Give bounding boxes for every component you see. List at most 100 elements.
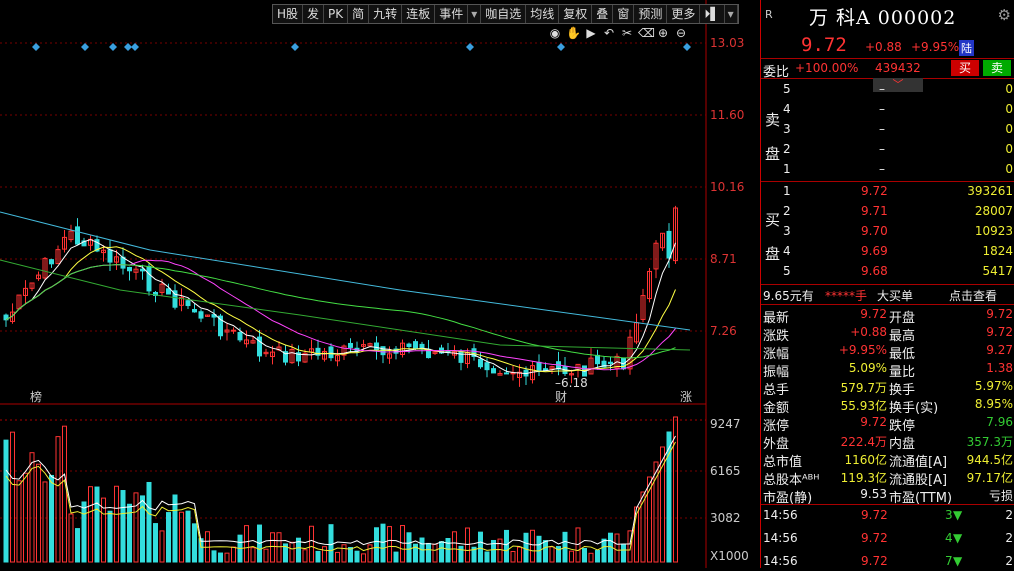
candle — [192, 308, 197, 313]
asks-row[interactable]: 3 – 0 — [761, 121, 1014, 139]
volume-bar — [335, 551, 340, 563]
big-order-label: 大买单 — [877, 289, 914, 303]
vol-ma5-line — [5, 435, 676, 546]
volume-bar — [75, 528, 80, 563]
candle — [107, 249, 113, 263]
volume-bar — [543, 540, 548, 563]
bids-row[interactable]: 1 9.72 393261 — [761, 183, 1014, 201]
ma60-line — [5, 264, 676, 359]
kline-chart-area[interactable]: H股发 PK 简九转 连板 事件 ▾ 咖自选 均线 复权叠窗预测 更多 ⏵▌ ▾ ◉ ✋ ▶ ↶ ✂ ⌫ ⊕ ⊖ 1… — [0, 0, 762, 568]
candle — [374, 342, 379, 351]
stat-value: 9.72 — [986, 325, 1013, 339]
hand-icon[interactable]: ✋ — [566, 26, 581, 40]
bids-level: 4 — [783, 244, 791, 258]
asks-row[interactable]: 2 – 0 — [761, 141, 1014, 159]
toolbar-item[interactable]: 事件 — [435, 5, 469, 23]
volume-bar — [523, 532, 529, 563]
tick-volume: 4 — [945, 531, 953, 545]
asks-row[interactable]: 5 – 0 — [761, 81, 1014, 99]
toolbar-item[interactable]: 预测 — [634, 5, 668, 23]
bids-volume: 10923 — [974, 224, 1013, 238]
bids-price: 9.70 — [861, 224, 888, 238]
candle — [198, 311, 204, 319]
stat-row: 最新 9.72 开盘 9.72 — [761, 306, 1014, 326]
toolbar-item[interactable]: ▾ — [468, 5, 482, 23]
toolbar-item[interactable]: 发 — [303, 5, 325, 23]
undo-icon[interactable]: ↶ — [602, 26, 616, 40]
volume-bar — [36, 463, 41, 563]
clear-icon[interactable]: ⌫ — [638, 26, 655, 40]
volume-bar — [218, 552, 223, 563]
candle — [127, 266, 132, 272]
kline-chart-svg[interactable] — [0, 0, 762, 568]
stat-value: 7.96 — [986, 415, 1013, 429]
candle — [348, 342, 353, 348]
volume-bar — [289, 541, 295, 563]
toolbar-item[interactable]: 窗 — [613, 5, 635, 23]
toolbar-item[interactable]: PK — [324, 5, 349, 23]
bids-row[interactable]: 3 9.70 10923 — [761, 223, 1014, 241]
volume-unit-label: X1000 — [710, 549, 749, 563]
r-badge: R — [765, 8, 773, 21]
zoom-in-icon[interactable]: ⊕ — [656, 26, 670, 40]
bids-row[interactable]: 4 9.69 1824 — [761, 243, 1014, 261]
bids-row[interactable]: 2 9.71 28007 — [761, 203, 1014, 221]
toolbar-item[interactable]: 叠 — [592, 5, 614, 23]
quote-panel: R 万 科A 000002 ⚙ 9.72 +0.88 +9.95% 陆 委比 +… — [760, 0, 1014, 568]
big-order-price: 9.65元有 — [763, 289, 814, 303]
toolbar-item[interactable]: 复权 — [559, 5, 593, 23]
volume-bar — [406, 532, 412, 563]
big-order-row[interactable]: 9.65元有 *****手 大买单 点击查看 — [761, 286, 1014, 304]
asks-row[interactable]: 1 – 0 — [761, 161, 1014, 179]
toolbar-item[interactable]: ▾ — [725, 5, 738, 23]
asks-level: 2 — [783, 142, 791, 156]
volume-bar — [458, 545, 464, 563]
candle — [146, 265, 152, 292]
toolbar-item[interactable]: 均线 — [526, 5, 560, 23]
cai-marker[interactable]: 财 — [555, 388, 567, 405]
volume-bar — [601, 538, 607, 563]
candle — [75, 226, 80, 245]
toolbar-item[interactable]: 咖自选 — [481, 5, 527, 23]
volume-bar — [198, 538, 204, 563]
volume-bar — [302, 549, 308, 563]
toolbar-item[interactable]: 连板 — [402, 5, 436, 23]
candle — [413, 341, 418, 350]
stat-value: 1160亿 — [844, 453, 887, 467]
volume-bar — [94, 486, 100, 563]
volume-bar — [120, 490, 126, 563]
bang-marker[interactable]: 榜 — [30, 388, 42, 405]
volume-bar — [588, 552, 594, 563]
asks-row[interactable]: 4 – 0 — [761, 101, 1014, 119]
toolbar-item[interactable]: H股 — [273, 5, 304, 23]
scissors-icon[interactable]: ✂ — [620, 26, 634, 40]
volume-bar — [179, 511, 184, 563]
stat-value: 1.38 — [986, 361, 1013, 375]
toolbar-item[interactable]: 九转 — [369, 5, 403, 23]
volume-bar — [49, 474, 54, 563]
candle — [504, 372, 509, 375]
big-order-link[interactable]: 点击查看 — [949, 287, 997, 304]
toolbar-item[interactable]: 更多 — [667, 5, 701, 23]
volume-bar — [484, 551, 490, 563]
volume-bar — [348, 547, 353, 563]
toolbar-item[interactable]: ⏵▌ — [700, 5, 725, 23]
gear-icon[interactable]: ⚙ — [998, 6, 1011, 24]
asks-volume: 0 — [1005, 82, 1013, 96]
volume-axis-label: 6165 — [710, 464, 741, 478]
stat-value: 9.72 — [860, 415, 887, 429]
volume-bar — [192, 523, 197, 563]
sell-button[interactable]: 卖 — [983, 60, 1011, 76]
zhang-marker[interactable]: 涨 — [680, 388, 692, 405]
candle — [543, 368, 548, 371]
bids-row[interactable]: 5 9.68 5417 — [761, 263, 1014, 281]
event-marker-icon — [131, 43, 139, 51]
zoom-out-icon[interactable]: ⊖ — [674, 26, 688, 40]
eye-icon[interactable]: ◉ — [548, 26, 562, 40]
volume-bar — [114, 485, 119, 563]
play-icon[interactable]: ▶ — [584, 26, 598, 40]
stock-name: 万 科A 000002 — [809, 7, 957, 29]
toolbar-item[interactable]: 简 — [348, 5, 370, 23]
buy-button[interactable]: 买 — [951, 60, 979, 76]
asks-level: 4 — [783, 102, 791, 116]
